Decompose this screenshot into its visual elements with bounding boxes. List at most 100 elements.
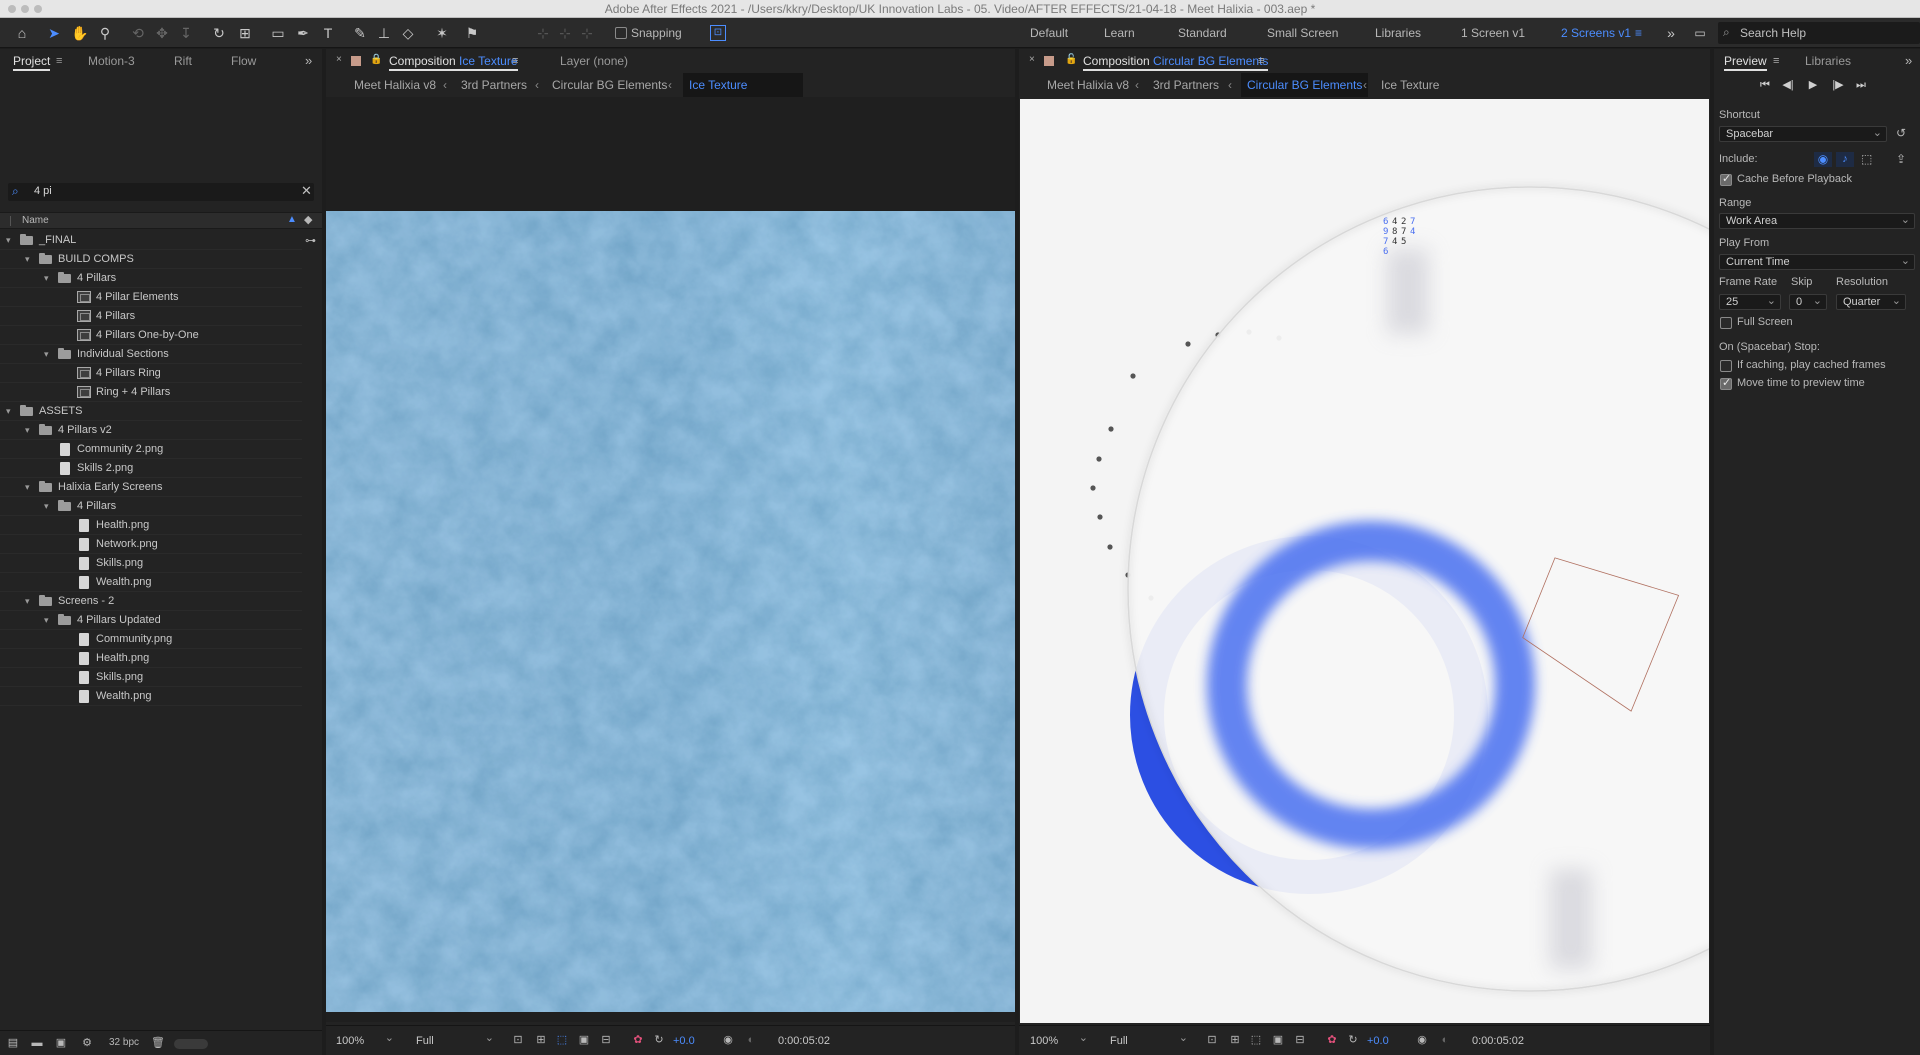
next-frame-icon[interactable]: |▶ [1831,78,1845,92]
snapshot-icon[interactable]: ◉ [1415,1033,1429,1047]
frame-rate-dropdown[interactable]: 25 ⌄ [1719,294,1781,310]
color-channels-icon[interactable]: ✿ [631,1033,645,1047]
lock-icon[interactable]: 🔒 [370,54,382,65]
search-help-field[interactable]: ⌕ Search Help [1718,22,1920,44]
close-window-icon[interactable] [8,5,16,13]
folder-row[interactable]: ▾ Individual Sections [0,345,302,364]
reset-exposure-icon[interactable]: ↻ [1346,1033,1360,1047]
last-frame-icon[interactable]: ⏭ [1854,78,1868,92]
delete-icon[interactable]: 🗑 [151,1036,165,1050]
comp-viewer-left[interactable] [326,97,1015,1022]
magnification-dropdown[interactable]: 100% [1030,1030,1090,1049]
disclosure-triangle-icon[interactable]: ▾ [25,421,30,440]
audio-speaker-icon[interactable]: ♪ [1836,152,1854,167]
mask-visibility-icon[interactable]: ⬚ [555,1033,569,1047]
hand-tool-icon[interactable]: ✋ [70,23,90,43]
exposure-value[interactable]: +0.0 [673,1033,695,1049]
disclosure-triangle-icon[interactable]: ▾ [25,478,30,497]
overlays-icon[interactable]: ⬚ [1861,152,1872,166]
composition-row[interactable]: 4 Pillars One-by-One [0,326,302,345]
view-axis-icon[interactable]: ⊹ [577,23,597,43]
clone-stamp-tool-icon[interactable]: ⊥ [374,23,394,43]
orbit-camera-icon[interactable]: ⟲ [128,23,148,43]
local-axis-icon[interactable]: ⊹ [533,23,553,43]
workspace-learn[interactable]: Learn [1104,18,1135,48]
folder-row[interactable]: ▾ BUILD COMPS [0,250,302,269]
rectangle-tool-icon[interactable]: ▭ [268,23,288,43]
shortcut-dropdown[interactable]: Spacebar ⌄ [1719,126,1887,142]
move-time-checkbox[interactable] [1720,376,1732,390]
type-tool-icon[interactable]: T [318,23,338,43]
comp-viewer-right[interactable]: 642798747456 [1020,99,1709,1023]
snapping-checkbox[interactable] [615,27,627,39]
folder-row[interactable]: ▾ 4 Pillars v2 [0,421,302,440]
snap-options-icon[interactable]: ⊡ [710,25,726,41]
disclosure-triangle-icon[interactable]: ▾ [6,402,11,421]
workspace-editor-icon[interactable]: ▭ [1690,23,1710,43]
pen-tool-icon[interactable]: ✒ [293,23,313,43]
resolution-dropdown[interactable]: Quarter ⌄ [1836,294,1906,310]
fast-previews-icon[interactable]: ⊡ [1205,1033,1219,1047]
composition-row[interactable]: Ring + 4 Pillars [0,383,302,402]
transparency-grid-icon[interactable]: ⊞ [1228,1033,1242,1047]
new-composition-icon[interactable]: ▣ [54,1036,68,1050]
brush-tool-icon[interactable]: ✎ [350,23,370,43]
close-tab-icon[interactable]: × [336,54,342,65]
exposure-value[interactable]: +0.0 [1367,1033,1389,1049]
panel-overflow-icon[interactable]: » [305,53,312,68]
snapshot-icon[interactable]: ◉ [721,1033,735,1047]
panel-menu-icon[interactable]: ≡ [56,55,62,67]
folder-row[interactable]: ▾ 4 Pillars [0,497,302,516]
composition-row[interactable]: 4 Pillars Ring [0,364,302,383]
footage-row[interactable]: Skills 2.png [0,459,302,478]
minimize-window-icon[interactable] [21,5,29,13]
resolution-dropdown[interactable]: Full [1110,1030,1190,1049]
current-timecode[interactable]: 0:00:05:02 [778,1033,830,1049]
interpret-footage-icon[interactable]: ▤ [6,1036,20,1050]
cache-before-playback-checkbox[interactable] [1720,172,1732,186]
fast-previews-icon[interactable]: ⊡ [511,1033,525,1047]
workspace-1-screen-v1[interactable]: 1 Screen v1 [1461,18,1525,48]
crumb-ice-texture[interactable]: Ice Texture [683,73,803,97]
unlock-icon[interactable]: 🔓 [1065,54,1077,65]
puppet-pin-tool-icon[interactable]: ⚑ [462,23,482,43]
disclosure-triangle-icon[interactable]: ▾ [44,497,49,516]
reset-exposure-icon[interactable]: ↻ [652,1033,666,1047]
label-tag-icon[interactable]: ◆ [304,213,312,226]
show-snapshot-icon[interactable]: ◐ [744,1033,758,1047]
first-frame-icon[interactable]: ⏮ [1758,78,1772,92]
range-dropdown[interactable]: Work Area ⌄ [1719,213,1915,229]
pan-behind-tool-icon[interactable]: ⊞ [235,23,255,43]
skip-dropdown[interactable]: 0 ⌄ [1789,294,1827,310]
rotation-tool-icon[interactable]: ↻ [209,23,229,43]
footage-row[interactable]: Health.png [0,516,302,535]
tab-libraries[interactable]: Libraries [1805,49,1851,73]
full-screen-checkbox[interactable] [1720,317,1732,329]
roto-brush-tool-icon[interactable]: ✶ [432,23,452,43]
close-tab-icon[interactable]: × [1029,54,1035,65]
tab-composition-circular-bg[interactable]: Composition Circular BG Elements [1083,49,1269,73]
show-snapshot-icon[interactable]: ◐ [1438,1033,1452,1047]
tab-preview[interactable]: Preview [1724,49,1767,73]
region-of-interest-icon[interactable]: ▣ [577,1033,591,1047]
footage-row[interactable]: Skills.png [0,668,302,687]
folder-row[interactable]: ▾ Halixia Early Screens [0,478,302,497]
disclosure-triangle-icon[interactable]: ▾ [44,345,49,364]
eraser-tool-icon[interactable]: ◇ [398,23,418,43]
zoom-window-icon[interactable] [34,5,42,13]
footage-row[interactable]: Health.png [0,649,302,668]
zoom-tool-icon[interactable]: ⚲ [95,23,115,43]
workspace-2-screens-v1[interactable]: 2 Screens v1 [1561,18,1631,48]
tab-composition-ice-texture[interactable]: Composition Ice Texture [389,49,518,73]
folder-row[interactable]: ▾ Screens - 2 [0,592,302,611]
workspace-standard[interactable]: Standard [1178,18,1227,48]
world-axis-icon[interactable]: ⊹ [555,23,575,43]
disclosure-triangle-icon[interactable]: ▾ [25,592,30,611]
panel-overflow-icon[interactable]: » [1905,53,1912,68]
panel-menu-icon[interactable]: ≡ [512,55,518,67]
reset-icon[interactable]: ↺ [1896,126,1906,140]
workspace-libraries[interactable]: Libraries [1375,18,1421,48]
disclosure-triangle-icon[interactable]: ▾ [25,250,30,269]
footage-row[interactable]: Network.png [0,535,302,554]
thumbnail-slider[interactable] [174,1039,208,1049]
